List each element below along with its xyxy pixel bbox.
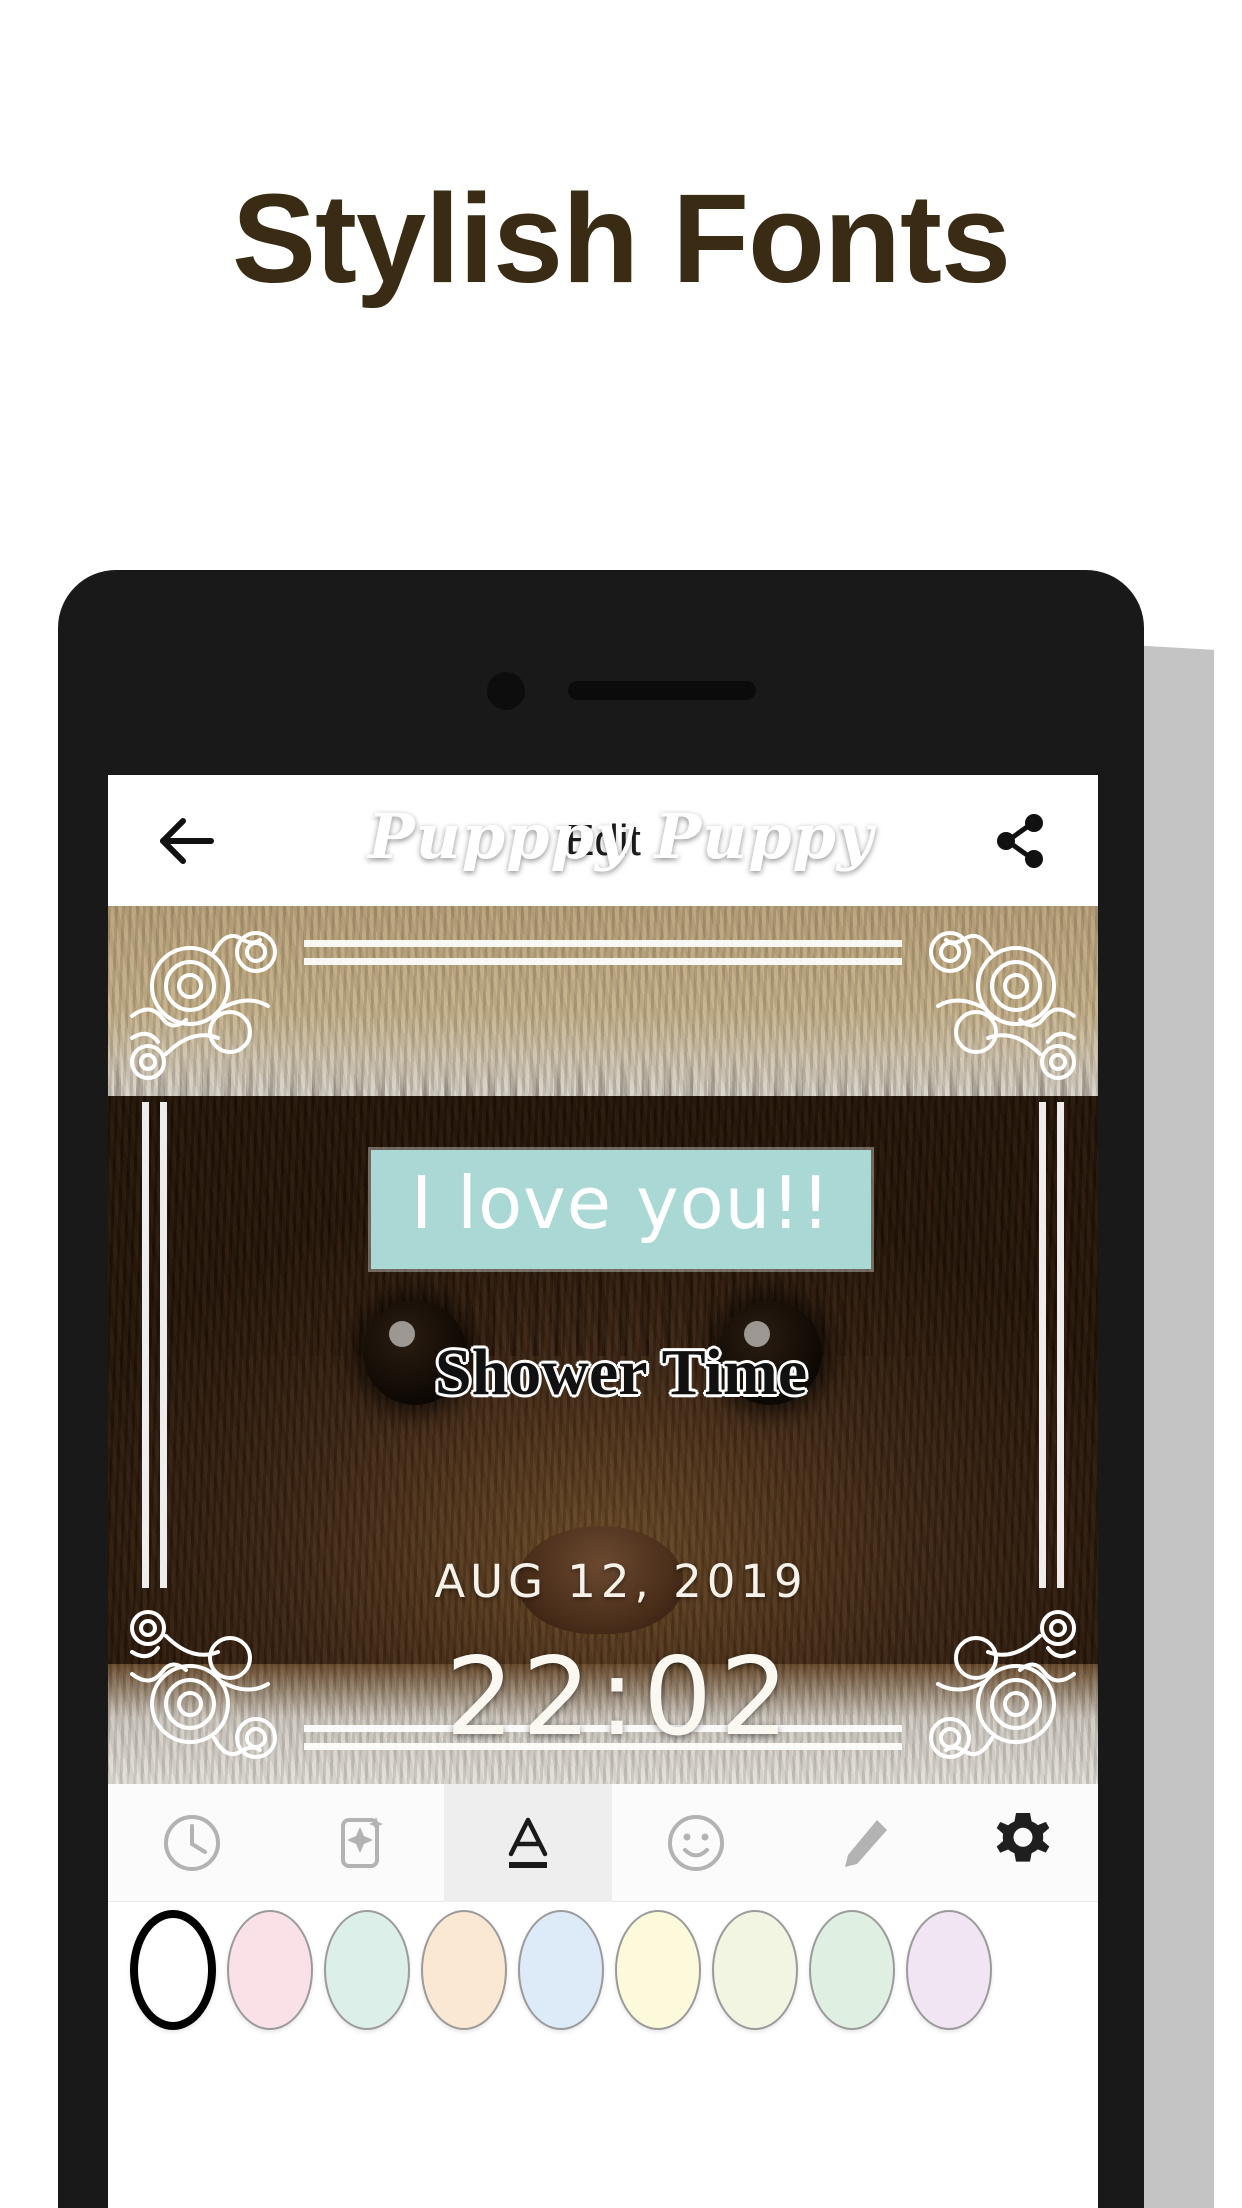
gear-icon (989, 1809, 1057, 1877)
color-swatch-pale-green[interactable] (809, 1910, 895, 2030)
text-a-icon (499, 1812, 557, 1874)
color-palette (108, 1902, 1098, 2038)
overlay-time-text[interactable]: 22:02 (0, 1635, 1242, 1760)
toolbar-item-sticker[interactable] (612, 1784, 780, 1902)
overlay-serif-text[interactable]: Shower Time (0, 1335, 1242, 1411)
color-swatch-peach[interactable] (421, 1910, 507, 2030)
smiley-face-icon (665, 1812, 727, 1874)
back-button[interactable] (148, 803, 224, 879)
magic-filter-icon (329, 1812, 391, 1874)
earpiece-speaker-icon (568, 681, 756, 700)
color-swatch-light-yellow[interactable] (615, 1910, 701, 2030)
toolbar-item-draw[interactable] (780, 1784, 948, 1902)
color-swatch-pale-lime[interactable] (712, 1910, 798, 2030)
color-swatch-white[interactable] (130, 1910, 216, 2030)
device-screen: Edit (108, 775, 1098, 2208)
pencil-icon (833, 1812, 895, 1874)
back-arrow-icon (157, 817, 215, 865)
toolbar-item-filter[interactable] (276, 1784, 444, 1902)
front-camera-dot-icon (487, 672, 525, 710)
share-button[interactable] (982, 803, 1058, 879)
toolbar-item-text[interactable] (444, 1783, 612, 1902)
page-title: Stylish Fonts (231, 168, 1011, 309)
overlay-highlight-textbox[interactable]: I love you!! (371, 1150, 871, 1270)
color-swatch-light-blue[interactable] (518, 1910, 604, 2030)
color-swatch-pink[interactable] (227, 1910, 313, 2030)
overlay-date-text[interactable]: AUG 12, 2019 (0, 1555, 1242, 1608)
color-swatch-mint[interactable] (324, 1910, 410, 2030)
color-swatch-lavender[interactable] (906, 1910, 992, 2030)
overlay-highlight-text: I love you!! (411, 1161, 831, 1245)
toolbar-item-settings[interactable] (948, 1784, 1098, 1902)
share-icon (994, 813, 1046, 869)
clock-icon (161, 1812, 223, 1874)
screenshot-root: Stylish Fonts Edit Pupppy Puppy I love y… (0, 0, 1242, 2208)
editor-toolbar (108, 1783, 1098, 1902)
toolbar-item-clock[interactable] (108, 1784, 276, 1902)
